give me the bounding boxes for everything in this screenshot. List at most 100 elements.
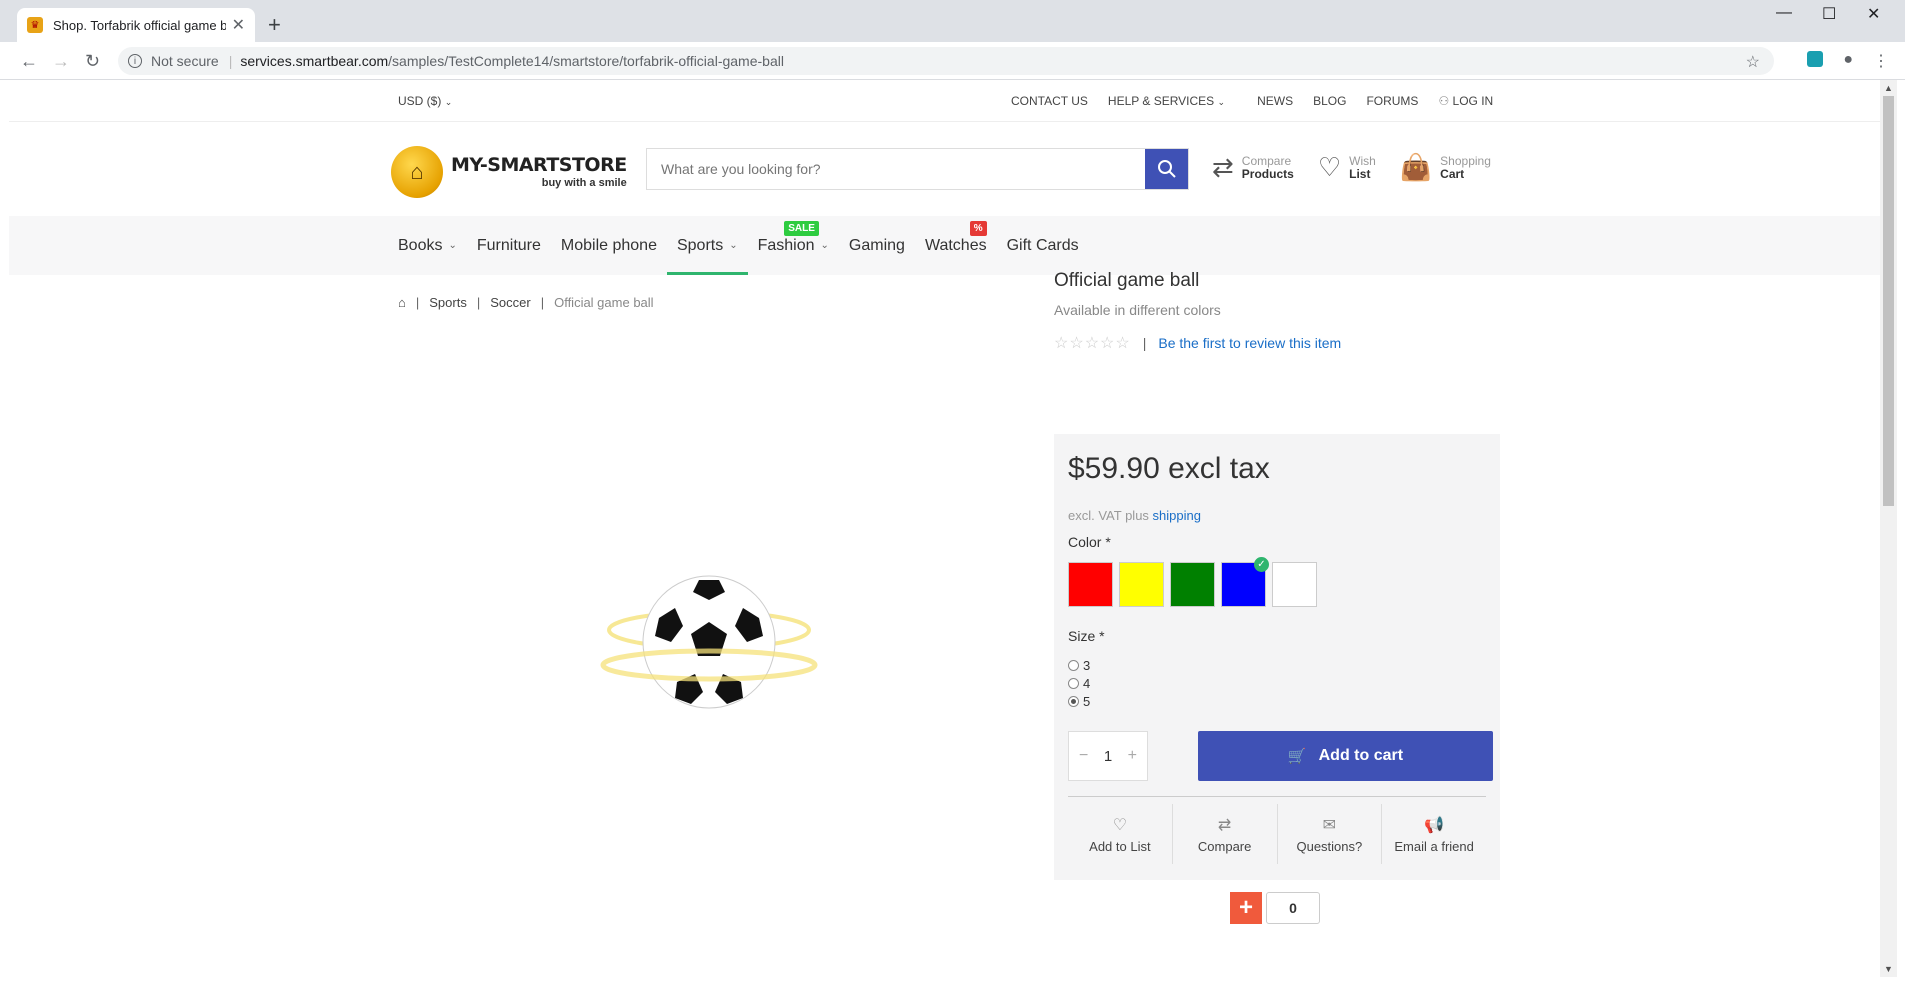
scroll-up-icon[interactable]: ▲ bbox=[1884, 83, 1893, 93]
add-to-cart-button[interactable]: 🛒 Add to cart bbox=[1198, 731, 1493, 781]
size-option[interactable]: 4 bbox=[1068, 674, 1090, 692]
maximize-icon[interactable]: ☐ bbox=[1822, 4, 1836, 24]
minimize-icon[interactable]: — bbox=[1776, 4, 1792, 22]
nav-item-fashion[interactable]: Fashion ⌄ SALE bbox=[748, 216, 839, 275]
news-link[interactable]: NEWS bbox=[1257, 94, 1293, 108]
vertical-scrollbar[interactable]: ▲ ▼ bbox=[1880, 80, 1897, 977]
forums-link[interactable]: FORUMS bbox=[1366, 94, 1418, 108]
nav-item-watches[interactable]: Watches% bbox=[915, 216, 997, 275]
color-swatch-blue[interactable]: ✓ bbox=[1221, 557, 1269, 607]
scrollbar-thumb[interactable] bbox=[1883, 96, 1894, 506]
nav-item-books[interactable]: Books ⌄ bbox=[398, 216, 467, 275]
profile-icon[interactable]: ● bbox=[1843, 51, 1853, 71]
scroll-down-icon[interactable]: ▼ bbox=[1884, 964, 1893, 974]
rating-row: ☆☆☆☆☆ | Be the first to review this item bbox=[1054, 333, 1500, 353]
site-header: ⌂ MY-SMARTSTORE buy with a smile ⇄ Compa… bbox=[9, 122, 1880, 216]
questions-button[interactable]: ✉ Questions? bbox=[1278, 804, 1383, 864]
size-option[interactable]: 5 bbox=[1068, 692, 1090, 710]
breadcrumb-sports[interactable]: Sports bbox=[429, 295, 467, 310]
cart-label: Shopping bbox=[1440, 153, 1491, 168]
envelope-icon: ✉ bbox=[1322, 816, 1337, 834]
nav-item-furniture[interactable]: Furniture bbox=[467, 216, 551, 275]
bookmark-star-icon[interactable]: ☆ bbox=[1746, 52, 1760, 72]
size-option[interactable]: 3 bbox=[1068, 656, 1090, 674]
chevron-down-icon: ⌄ bbox=[729, 240, 738, 251]
search-input[interactable] bbox=[647, 149, 1145, 189]
email-friend-button[interactable]: 📢 Email a friend bbox=[1382, 804, 1486, 864]
share-count: 0 bbox=[1266, 892, 1320, 924]
color-swatch-red[interactable] bbox=[1068, 562, 1113, 607]
nav-item-sports[interactable]: Sports ⌄ bbox=[666, 216, 748, 275]
share-plus-button[interactable]: + bbox=[1230, 892, 1262, 924]
write-review-link[interactable]: Be the first to review this item bbox=[1158, 335, 1341, 351]
url-field[interactable]: i Not secure | services.smartbear.com /s… bbox=[118, 47, 1774, 75]
quantity-stepper: − 1 + bbox=[1068, 731, 1148, 781]
new-tab-icon[interactable]: + bbox=[268, 12, 281, 38]
info-icon[interactable]: i bbox=[128, 54, 142, 68]
product-subtitle: Available in different colors bbox=[1054, 302, 1221, 318]
forward-icon[interactable]: → bbox=[52, 51, 70, 72]
compare-label: Compare bbox=[1241, 153, 1292, 168]
brand-name: MY-SMARTSTORE bbox=[451, 153, 627, 176]
size-radio[interactable] bbox=[1068, 695, 1079, 707]
shopping-cart-button[interactable]: 👜 Shopping Cart bbox=[1400, 152, 1491, 183]
url-path: /samples/TestComplete14/smartstore/torfa… bbox=[388, 53, 784, 69]
size-label: Size * bbox=[1068, 628, 1105, 644]
decrement-button[interactable]: − bbox=[1079, 747, 1088, 765]
reload-icon[interactable]: ↻ bbox=[85, 51, 100, 72]
brand-slogan: buy with a smile bbox=[541, 176, 627, 189]
search-button[interactable] bbox=[1145, 149, 1188, 189]
add-to-list-button[interactable]: ♡ Add to List bbox=[1068, 804, 1173, 864]
blog-link[interactable]: BLOG bbox=[1313, 94, 1346, 108]
contact-us-link[interactable]: CONTACT US bbox=[1011, 94, 1088, 108]
nav-item-mobile-phone[interactable]: Mobile phone bbox=[551, 216, 667, 275]
divider bbox=[1068, 796, 1486, 797]
tab-title: Shop. Torfabrik official game ball bbox=[53, 17, 226, 33]
checkmark-icon: ✓ bbox=[1254, 557, 1269, 572]
breadcrumb-soccer[interactable]: Soccer bbox=[490, 295, 530, 310]
compare-products-button[interactable]: ⇄ Compare Products bbox=[1212, 152, 1294, 183]
back-icon[interactable]: ← bbox=[20, 51, 38, 72]
rating-separator: | bbox=[1142, 335, 1147, 351]
breadcrumb-separator: | bbox=[540, 295, 545, 310]
nav-item-gaming[interactable]: Gaming bbox=[839, 216, 915, 275]
shipping-link[interactable]: shipping bbox=[1153, 508, 1201, 523]
discount-badge: % bbox=[969, 221, 987, 236]
size-radio[interactable] bbox=[1068, 677, 1079, 689]
login-link[interactable]: ⚇ LOG IN bbox=[1438, 94, 1493, 108]
basket-logo-icon: ⌂ bbox=[391, 146, 443, 198]
extension-icon[interactable] bbox=[1807, 51, 1824, 67]
size-value: 5 bbox=[1083, 693, 1091, 709]
main-navigation: Books ⌄ Furniture Mobile phone Sports ⌄ Fa… bbox=[9, 216, 1880, 275]
color-swatch-yellow[interactable] bbox=[1119, 562, 1164, 607]
home-icon[interactable]: ⌂ bbox=[398, 295, 406, 310]
store-logo[interactable]: ⌂ MY-SMARTSTORE buy with a smile bbox=[391, 146, 627, 198]
rating-stars-icon: ☆☆☆☆☆ bbox=[1054, 335, 1131, 352]
close-tab-icon[interactable]: ✕ bbox=[232, 15, 245, 35]
color-swatch-green[interactable] bbox=[1170, 562, 1215, 607]
heart-icon: ♡ bbox=[1317, 152, 1342, 182]
wish-label: Wish bbox=[1349, 153, 1376, 168]
header-icons: ⇄ Compare Products ♡ Wish List 👜 Shopping C… bbox=[1212, 152, 1491, 183]
nav-item-gift-cards[interactable]: Gift Cards bbox=[997, 216, 1089, 275]
increment-button[interactable]: + bbox=[1128, 747, 1137, 765]
close-window-icon[interactable]: ✕ bbox=[1867, 4, 1880, 24]
menu-icon[interactable]: ⋮ bbox=[1873, 51, 1889, 71]
color-swatch-white[interactable] bbox=[1272, 562, 1317, 607]
help-services-link[interactable]: HELP & SERVICES ⌄ bbox=[1108, 94, 1225, 108]
compare-button[interactable]: ⇄ Compare bbox=[1173, 804, 1278, 864]
quantity-value[interactable]: 1 bbox=[1104, 748, 1112, 765]
product-image[interactable] bbox=[599, 570, 819, 710]
share-widget: + 0 bbox=[1230, 892, 1320, 924]
user-icon: ⚇ bbox=[1438, 94, 1450, 108]
color-label: Color * bbox=[1068, 534, 1111, 550]
browser-tab[interactable]: ♛ Shop. Torfabrik official game ball ✕ bbox=[17, 8, 255, 42]
size-options: 3 4 5 bbox=[1068, 656, 1090, 710]
favicon-icon: ♛ bbox=[27, 17, 43, 33]
product-title: Official game ball bbox=[1054, 270, 1200, 291]
wish-list-button[interactable]: ♡ Wish List bbox=[1318, 152, 1376, 183]
search-box bbox=[646, 148, 1189, 190]
size-radio[interactable] bbox=[1068, 659, 1079, 671]
currency-selector[interactable]: USD ($) ⌄ bbox=[398, 94, 452, 108]
url-separator: | bbox=[228, 53, 233, 69]
